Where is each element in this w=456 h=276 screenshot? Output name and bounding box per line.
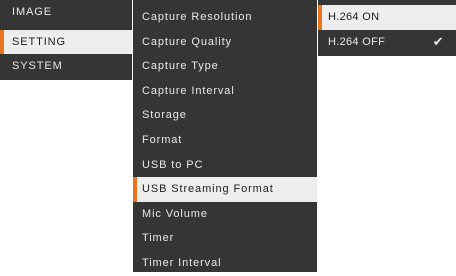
- menu-item-label: SYSTEM: [12, 60, 63, 73]
- menu-item-label: Format: [142, 133, 183, 146]
- menu-item-label: USB to PC: [142, 158, 204, 171]
- menu-item-label: Storage: [142, 109, 187, 122]
- menu-item-image[interactable]: IMAGE: [0, 0, 132, 25]
- menu-item-label: USB Streaming Format: [142, 183, 274, 196]
- menu-item-capture-type[interactable]: Capture Type: [133, 54, 317, 79]
- option-label: H.264 OFF: [328, 35, 386, 48]
- menu-item-label: Capture Type: [142, 60, 219, 73]
- menu-item-label: Mic Volume: [142, 207, 208, 220]
- option-h264-off[interactable]: H.264 OFF ✔: [318, 30, 456, 55]
- menu-item-label: IMAGE: [12, 6, 52, 18]
- menu-item-setting[interactable]: SETTING: [0, 29, 132, 55]
- menu-item-format[interactable]: Format: [133, 128, 317, 153]
- menu-item-label: Capture Interval: [142, 84, 235, 97]
- menu-item-usb-streaming-format[interactable]: USB Streaming Format: [133, 177, 317, 202]
- option-label: H.264 ON: [328, 11, 380, 23]
- main-menu: IMAGE SETTING SYSTEM: [0, 0, 132, 80]
- menu-item-storage[interactable]: Storage: [133, 103, 317, 128]
- option-h264-on[interactable]: H.264 ON: [318, 5, 456, 30]
- menu-item-capture-resolution[interactable]: Capture Resolution: [133, 5, 317, 30]
- streaming-format-submenu: H.264 ON H.264 OFF ✔: [318, 0, 456, 56]
- setting-submenu: Capture Resolution Capture Quality Captu…: [133, 0, 317, 272]
- menu-item-label: Timer Interval: [142, 256, 222, 269]
- menu-item-capture-quality[interactable]: Capture Quality: [133, 30, 317, 55]
- menu-item-label: Capture Resolution: [142, 11, 253, 23]
- checkmark-icon: ✔: [432, 33, 444, 49]
- menu-item-label: Timer: [142, 232, 175, 245]
- menu-item-label: Capture Quality: [142, 35, 232, 48]
- menu-item-system[interactable]: SYSTEM: [0, 54, 132, 79]
- menu-item-capture-interval[interactable]: Capture Interval: [133, 79, 317, 104]
- menu-item-timer[interactable]: Timer: [133, 226, 317, 251]
- menu-item-usb-to-pc[interactable]: USB to PC: [133, 153, 317, 178]
- menu-item-label: SETTING: [12, 35, 66, 48]
- menu-item-mic-volume[interactable]: Mic Volume: [133, 202, 317, 227]
